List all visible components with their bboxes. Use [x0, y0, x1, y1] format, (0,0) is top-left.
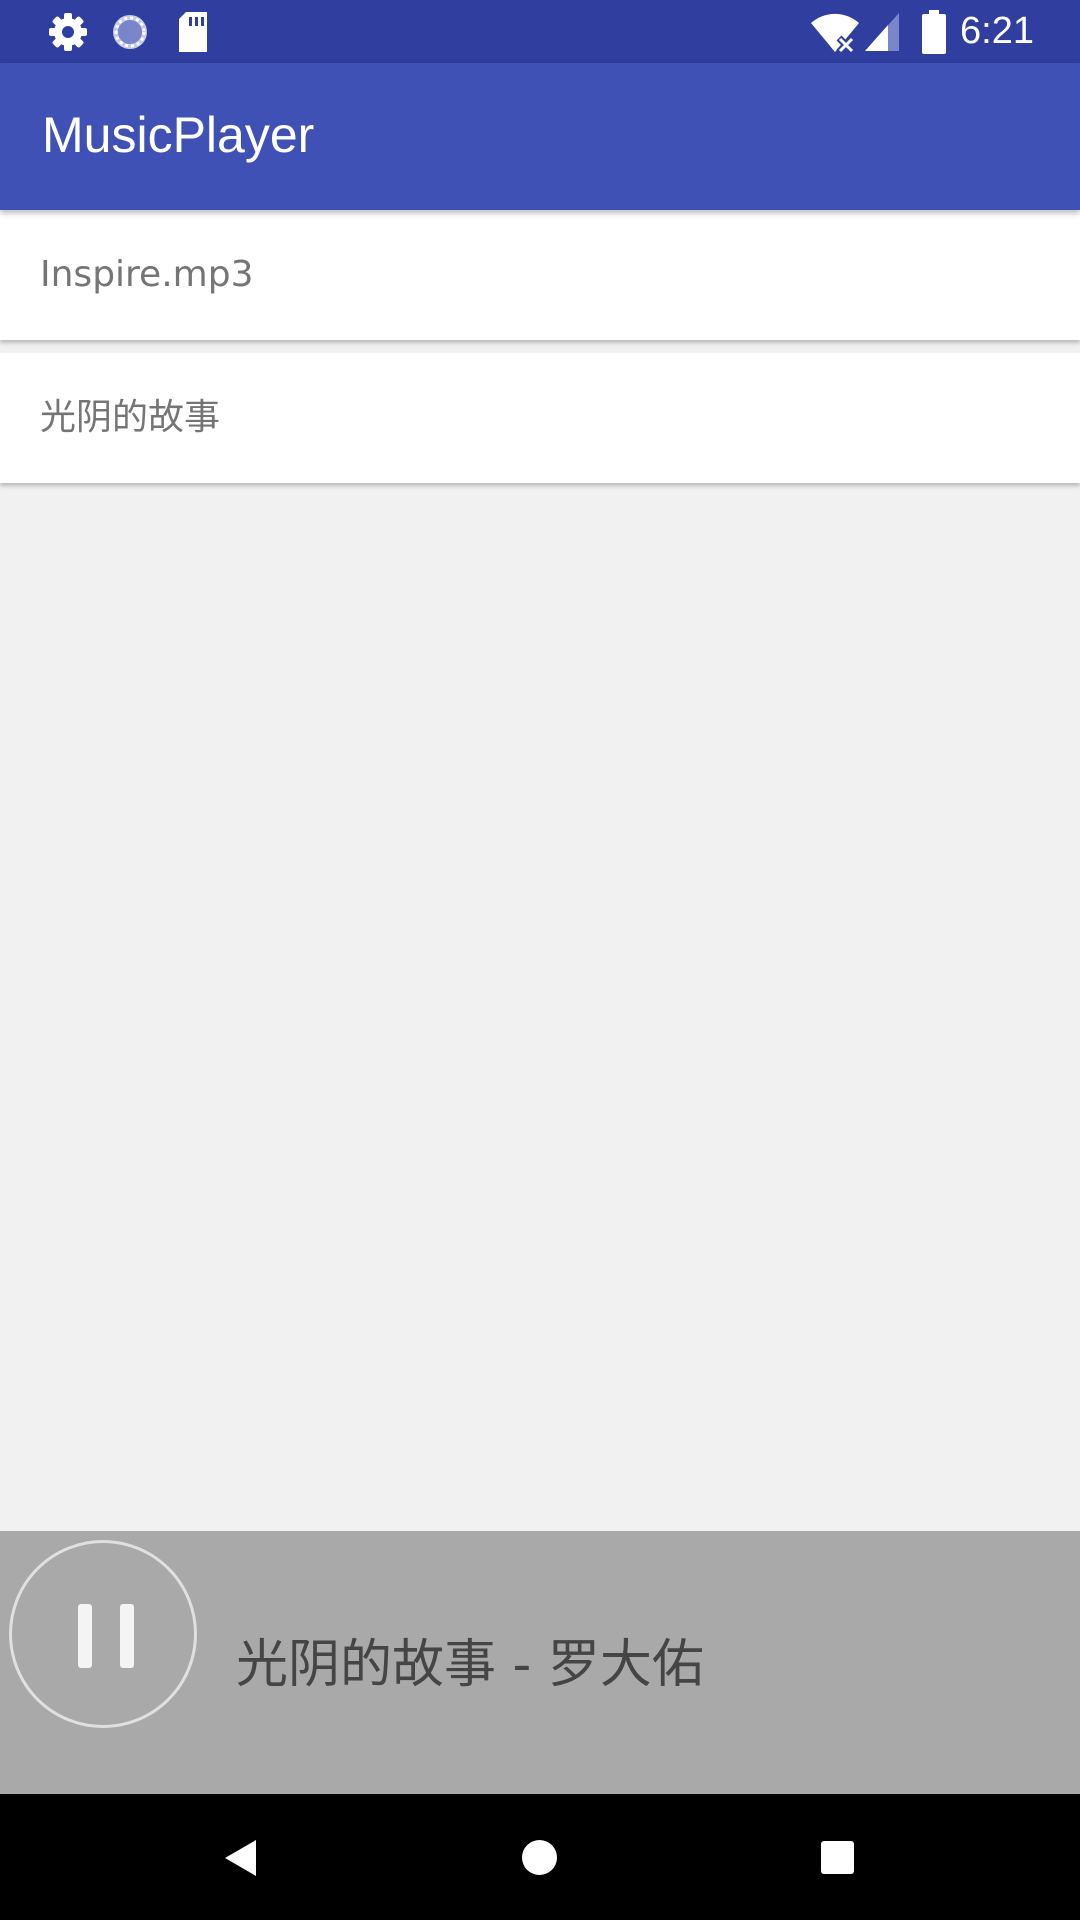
navigation-bar — [0, 1794, 1080, 1920]
battery-icon — [922, 10, 946, 54]
song-title: 光阴的故事 — [40, 397, 221, 438]
now-playing-title: 光阴的故事 - 罗大佑 — [236, 1635, 704, 1695]
list-item-song[interactable]: 光阴的故事 — [0, 353, 1080, 483]
sd-card-icon — [179, 12, 207, 52]
app-bar: MusicPlayer — [0, 63, 1080, 210]
gear-icon — [49, 13, 87, 51]
pause-icon — [78, 1604, 92, 1668]
cell-signal-icon — [865, 13, 899, 51]
pause-icon-bar — [120, 1604, 134, 1668]
back-icon[interactable] — [225, 1840, 256, 1876]
app-title: MusicPlayer — [42, 107, 315, 163]
status-bar: 6:21 — [0, 0, 1080, 63]
recents-icon[interactable] — [821, 1841, 854, 1874]
wifi-off-icon — [811, 13, 859, 53]
home-icon[interactable] — [522, 1840, 557, 1875]
list-item-song[interactable]: Inspire.mp3 — [0, 210, 1080, 340]
sync-icon — [113, 15, 147, 49]
song-title: Inspire.mp3 — [40, 254, 254, 295]
now-playing-bar: 光阴的故事 - 罗大佑 — [0, 1531, 1080, 1794]
pause-button[interactable] — [9, 1540, 197, 1728]
clock: 6:21 — [960, 10, 1034, 52]
